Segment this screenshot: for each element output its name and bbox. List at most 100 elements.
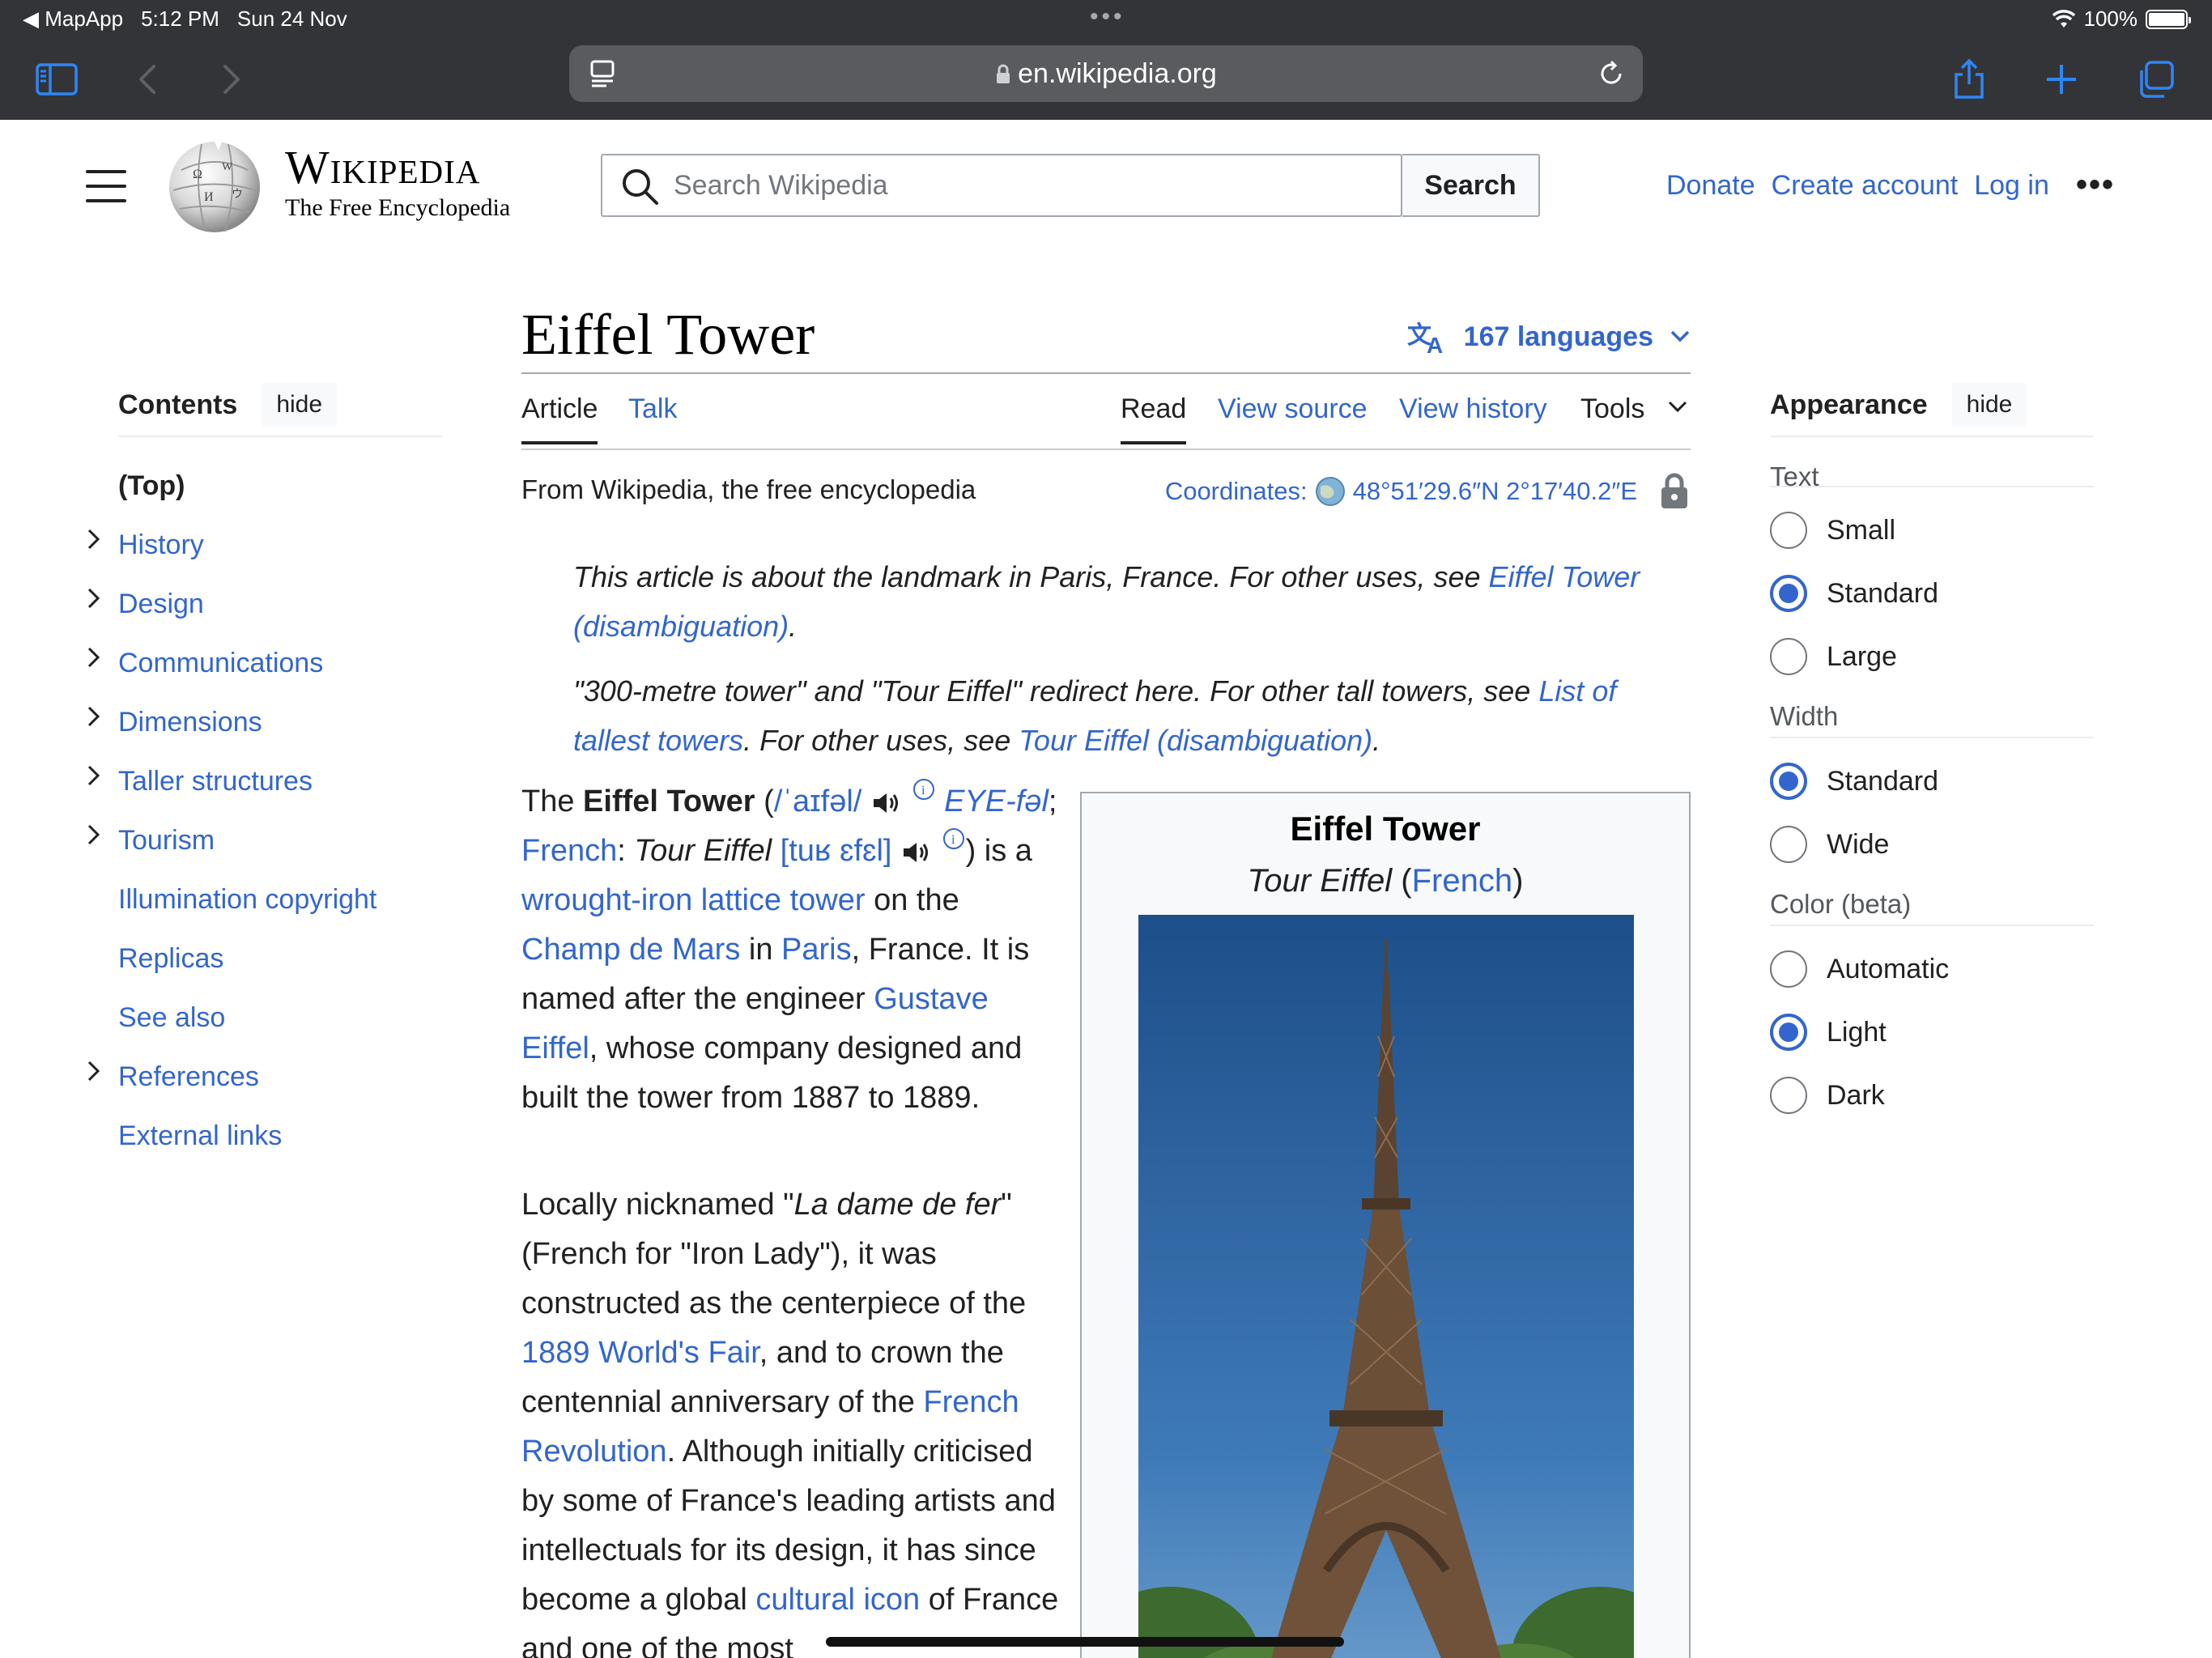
hatnote-text: . For other uses, see [743,724,1019,757]
chevron-right-icon[interactable] [86,527,102,551]
toc-item-see-also[interactable]: See also [81,988,442,1048]
search-button[interactable]: Search [1402,154,1540,217]
text-size-large-option[interactable]: Large [1770,625,2094,688]
text-size-standard-option[interactable]: Standard [1770,562,2094,625]
text-run: on the [865,883,959,917]
wikipedia-wordmark[interactable]: Wikipedia The Free Encyclopedia [285,142,510,222]
toc-item-communications[interactable]: Communications [81,634,442,693]
width-standard-option[interactable]: Standard [1770,750,2094,813]
toc-item-external-links[interactable]: External links [81,1107,442,1166]
toc-item-references[interactable]: References [81,1048,442,1107]
respelling-link[interactable]: EYE-fəl [944,784,1049,818]
radio-button[interactable] [1770,950,1807,988]
appearance-hide-button[interactable]: hide [1951,383,2027,427]
text-size-small-option[interactable]: Small [1770,499,2094,562]
option-label: Automatic [1827,953,1950,984]
forward-icon[interactable] [207,55,256,104]
status-date: Sun 24 Nov [236,6,347,31]
ipa-link[interactable]: /ˈaɪfəl/ [774,784,862,818]
sidebar-toggle-icon[interactable] [32,55,81,104]
svg-text:И: И [204,190,214,204]
radio-button[interactable] [1770,826,1807,863]
tab-read[interactable]: Read [1121,393,1187,444]
toc-item-top[interactable]: (Top) [81,457,442,516]
toc-item-replicas[interactable]: Replicas [81,929,442,988]
info-icon[interactable]: i [942,827,966,851]
cultural-icon-link[interactable]: cultural icon [755,1583,920,1617]
toc-item-label: Tourism [118,825,215,856]
tab-talk[interactable]: Talk [628,393,677,441]
champ-de-mars-link[interactable]: Champ de Mars [521,933,740,967]
nickname: La dame de fer [793,1188,1002,1222]
chevron-right-icon[interactable] [86,823,102,847]
lock-icon [997,64,1010,83]
globe-icon[interactable] [1314,475,1346,508]
toc-hide-button[interactable]: hide [262,383,338,427]
toc-item-design[interactable]: Design [81,575,442,634]
toc-item-label: See also [118,1002,226,1033]
color-dark-option[interactable]: Dark [1770,1064,2094,1127]
chevron-right-icon[interactable] [86,586,102,610]
wikipedia-header: Ω W И ウ Wikipedia The Free Encyclopedia … [0,120,2212,249]
home-indicator[interactable] [826,1637,1344,1647]
color-light-option[interactable]: Light [1770,1001,2094,1064]
radio-button[interactable] [1770,1077,1807,1114]
infobox-french-link[interactable]: French [1412,863,1513,899]
reload-icon[interactable] [1597,60,1625,87]
wikipedia-globe-logo[interactable]: Ω W И ウ [165,138,264,236]
second-paragraph: Locally nicknamed "La dame de fer" (Fren… [521,1180,1064,1658]
worlds-fair-link[interactable]: 1889 World's Fair [521,1336,759,1370]
tabs-overview-icon[interactable] [2131,55,2180,104]
tab-tools[interactable]: Tools [1580,393,1688,441]
lead-paragraph: The Eiffel Tower (/ˈaɪfəl/ i EYE-fəl; Fr… [521,777,1064,1123]
french-language-link[interactable]: French [521,834,617,868]
chevron-right-icon[interactable] [86,1059,102,1083]
search-input[interactable] [674,165,1321,206]
main-menu-icon[interactable] [86,170,126,202]
toc-item-tourism[interactable]: Tourism [81,811,442,870]
coordinates-label-link[interactable]: Coordinates: [1165,477,1308,506]
tab-view-source[interactable]: View source [1218,393,1368,441]
chevron-down-icon [1668,401,1687,413]
radio-button-selected[interactable] [1770,575,1807,612]
toc-item-illumination-copyright[interactable]: Illumination copyright [81,870,442,929]
toc-item-history[interactable]: History [81,516,442,575]
site-subtitle: From Wikipedia, the free encyclopedia [521,474,976,504]
chevron-right-icon[interactable] [86,704,102,729]
tab-article[interactable]: Article [521,393,598,444]
width-wide-option[interactable]: Wide [1770,813,2094,876]
coordinates-value[interactable]: 48°51′29.6″N 2°17′40.2″E [1353,477,1637,506]
radio-button[interactable] [1770,638,1807,675]
donate-link[interactable]: Donate [1666,170,1755,202]
share-icon[interactable] [1945,55,1993,104]
chevron-right-icon[interactable] [86,645,102,670]
lock-icon[interactable] [1658,473,1691,510]
french-ipa-link[interactable]: [tuʁ ɛfɛl] [781,834,892,868]
tab-view-history[interactable]: View history [1399,393,1547,441]
address-bar[interactable]: en.wikipedia.org [569,45,1643,102]
color-automatic-option[interactable]: Automatic [1770,937,2094,1001]
appearance-title: Appearance [1770,389,1928,420]
create-account-link[interactable]: Create account [1772,170,1959,202]
back-icon[interactable] [123,55,172,104]
speaker-icon[interactable] [900,840,933,865]
eiffel-tower-photo[interactable] [1138,915,1634,1658]
new-tab-icon[interactable] [2037,55,2086,104]
chevron-right-icon[interactable] [86,763,102,788]
paris-link[interactable]: Paris [781,933,852,967]
speaker-icon[interactable] [870,791,903,815]
login-link[interactable]: Log in [1974,170,2049,202]
radio-button-selected[interactable] [1770,763,1807,800]
back-to-app-link[interactable]: ◀ MapApp [23,6,123,32]
toc-item-dimensions[interactable]: Dimensions [81,693,442,752]
radio-button-selected[interactable] [1770,1014,1807,1051]
languages-button[interactable]: 文A 167 languages [1407,319,1691,355]
article-content: Eiffel Tower 文A 167 languages Article Ta… [521,300,1691,1658]
more-options-icon[interactable]: ••• [2076,167,2115,203]
lattice-tower-link[interactable]: wrought-iron lattice tower [521,883,866,917]
info-icon[interactable]: i [912,777,936,801]
toc-item-taller-structures[interactable]: Taller structures [81,752,442,811]
tour-eiffel-disambiguation-link[interactable]: Tour Eiffel (disambiguation) [1019,724,1372,757]
multitasking-dots-icon[interactable]: ••• [1090,3,1125,31]
radio-button[interactable] [1770,512,1807,549]
